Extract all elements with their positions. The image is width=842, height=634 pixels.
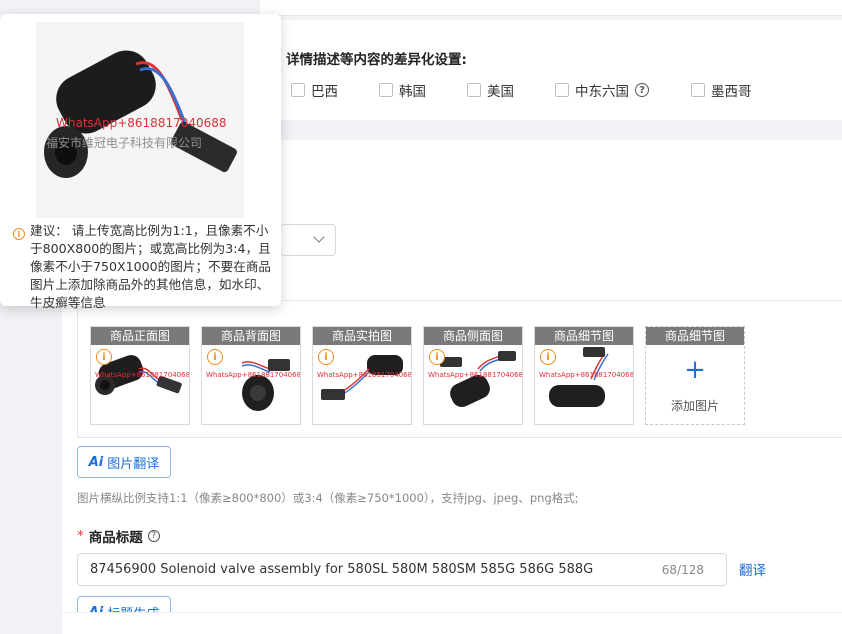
image-slot-detail[interactable]: 商品细节图 i WhatsApp+8618817040688	[534, 326, 634, 425]
warning-icon[interactable]: i	[96, 349, 112, 365]
country-checkbox-usa[interactable]: 美国	[467, 80, 514, 100]
checkbox[interactable]	[467, 83, 481, 97]
country-label: 韩国	[399, 84, 426, 100]
differentiation-card: 详情描述等内容的差异化设置: 巴西 韩国 美国 中东六国 ? 墨西哥	[260, 20, 842, 120]
upload-suggestion-text: 建议： 请上传宽高比例为1:1，且像素不小于800X800的图片；或宽高比例为3…	[30, 223, 272, 310]
add-image-slot[interactable]: 商品细节图 + 添加图片	[645, 326, 745, 425]
checkbox[interactable]	[291, 83, 305, 97]
dropdown-select[interactable]	[280, 224, 336, 256]
watermark-company: 福安市维冠电子科技有限公司	[46, 136, 203, 150]
image-slot-caption: 商品细节图	[535, 327, 633, 345]
image-preview-popover: WhatsApp+8618817040688 福安市维冠电子科技有限公司 i 建…	[0, 14, 281, 310]
image-slot-caption: 商品实拍图	[313, 327, 411, 345]
image-slot-caption: 商品背面图	[202, 327, 300, 345]
plus-icon: +	[684, 355, 706, 385]
country-label: 墨西哥	[711, 84, 752, 100]
translate-link[interactable]: 翻译	[739, 559, 766, 579]
country-label: 美国	[487, 84, 514, 100]
warning-icon[interactable]: i	[540, 349, 556, 365]
watermark-text: WhatsApp+8618817040688	[56, 116, 227, 130]
product-title-input[interactable]: 87456900 Solenoid valve assembly for 580…	[77, 553, 727, 586]
country-label: 中东六国	[575, 84, 629, 100]
checkbox[interactable]	[379, 83, 393, 97]
checkbox[interactable]	[555, 83, 569, 97]
checkbox[interactable]	[691, 83, 705, 97]
image-format-hint: 图片横纵比例支持1:1（像素≥800*800）或3:4（像素≥750*1000）…	[77, 491, 579, 505]
image-slot-side[interactable]: 商品侧面图 i WhatsApp+8618817040688	[423, 326, 523, 425]
country-checkbox-korea[interactable]: 韩国	[379, 80, 426, 100]
preview-image: WhatsApp+8618817040688 福安市维冠电子科技有限公司	[36, 22, 244, 218]
help-icon[interactable]: ?	[635, 83, 649, 97]
warning-icon: i	[13, 228, 25, 240]
country-checkbox-mexico[interactable]: 墨西哥	[691, 80, 752, 100]
button-label: 图片翻译	[107, 456, 160, 472]
label-text: 商品标题	[88, 530, 143, 546]
diff-settings-title: 详情描述等内容的差异化设置:	[286, 52, 467, 68]
image-slot-back[interactable]: 商品背面图 i WhatsApp+8618817040688	[201, 326, 301, 425]
top-card-strip	[260, 0, 842, 16]
watermark-text: WhatsApp+8618817040688	[539, 371, 634, 379]
image-slot-caption: 商品正面图	[91, 327, 189, 345]
title-input-value: 87456900 Solenoid valve assembly for 580…	[90, 562, 594, 577]
watermark-text: WhatsApp+8618817040688	[206, 371, 301, 379]
char-counter: 68/128	[661, 563, 704, 577]
country-label: 巴西	[311, 84, 338, 100]
help-icon[interactable]: ?	[147, 530, 160, 542]
warning-icon[interactable]: i	[207, 349, 223, 365]
image-slot-caption: 商品细节图	[646, 327, 744, 345]
watermark-text: WhatsApp+8618817040688	[95, 371, 190, 379]
bottom-bar	[62, 612, 842, 634]
image-translate-button[interactable]: Ai 图片翻译	[77, 446, 171, 478]
watermark-text: WhatsApp+8618817040688	[317, 371, 412, 379]
product-title-label: * 商品标题 ?	[77, 526, 160, 546]
warning-icon[interactable]: i	[318, 349, 334, 365]
chevron-down-icon	[313, 231, 325, 243]
add-image-label: 添加图片	[670, 399, 719, 413]
image-slot-caption: 商品侧面图	[424, 327, 522, 345]
required-mark: *	[77, 528, 84, 544]
country-checkbox-brazil[interactable]: 巴西	[291, 80, 338, 100]
watermark-text: WhatsApp+8618817040688	[428, 371, 523, 379]
image-slot-front[interactable]: 商品正面图 i WhatsApp+8618817040688	[90, 326, 190, 425]
country-checkbox-middle-east[interactable]: 中东六国 ?	[555, 80, 649, 100]
ai-icon: Ai	[88, 454, 104, 470]
image-slot-real-shot[interactable]: 商品实拍图 i WhatsApp+8618817040688	[312, 326, 412, 425]
warning-icon[interactable]: i	[429, 349, 445, 365]
